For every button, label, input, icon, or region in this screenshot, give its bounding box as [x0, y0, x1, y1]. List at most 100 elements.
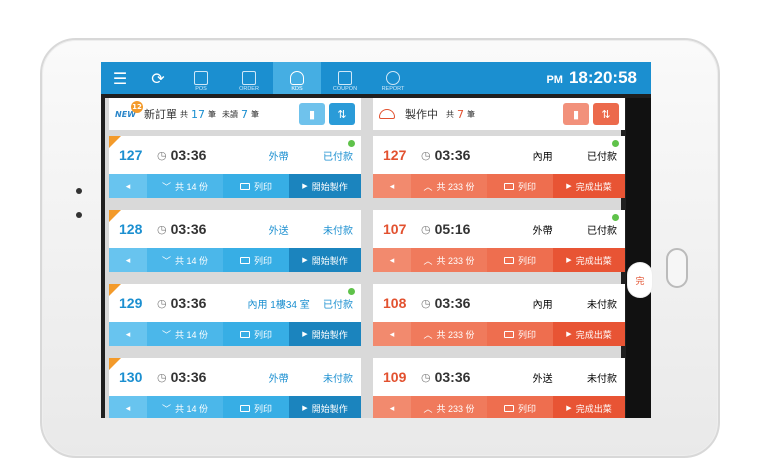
order-card[interactable]: 129 ◷ 03:36 內用 1樓34 室 已付款 ◂ ﹀ 共 14 份 列印 ▶ 開始製作 [109, 284, 361, 346]
nav-report[interactable]: REPORT [369, 62, 417, 94]
chevron-icon: ﹀ [161, 181, 171, 192]
new-label: NEW 12 [115, 100, 143, 119]
order-card[interactable]: 108 ◷ 03:36 內用 未付款 ◂ ︿ 共 233 份列印 ▶ 完成出菜 [373, 284, 625, 346]
chevron-icon: ︿ [423, 403, 433, 414]
sort-arrows-icon: ⇅ [337, 107, 347, 121]
order-type: 外帶 [268, 151, 289, 163]
menu-icon[interactable]: ☰ [101, 62, 139, 94]
order-number: 130 [119, 369, 143, 385]
caret-left-icon: ◂ [389, 180, 395, 191]
order-number: 107 [383, 221, 407, 237]
order-info-row: 108 ◷ 03:36 內用 未付款 [373, 284, 625, 322]
chevron-icon: ﹀ [161, 329, 171, 340]
complete-order-button[interactable]: ▶ 完成出菜 [553, 396, 625, 418]
chevron-icon: ﹀ [161, 255, 171, 266]
order-card[interactable]: 130 ◷ 03:36 外帶 未付款 ◂ ﹀ 共 14 份 列印 ▶ 開始製作 [109, 358, 361, 418]
item-count: 共 14 份 [175, 181, 209, 192]
order-number: 108 [383, 295, 407, 311]
print-button[interactable]: 列印 [487, 322, 553, 346]
home-button [666, 248, 688, 288]
order-info-row: 127 ◷ 03:36 外帶 已付款 [109, 136, 361, 174]
order-type: 外帶 [532, 225, 553, 237]
caret-left-icon: ◂ [125, 180, 131, 191]
expand-items-button[interactable]: ﹀ 共 14 份 [147, 248, 223, 272]
clock-icon: ◷ [421, 223, 431, 236]
order-card[interactable]: 128 ◷ 03:36 外送 未付款 ◂ ﹀ 共 14 份 列印 ▶ 開始製作 [109, 210, 361, 272]
collapse-left-button[interactable]: ◂ [373, 174, 411, 198]
nav-order[interactable]: ORDER [225, 62, 273, 94]
order-type: 外帶 [268, 373, 289, 385]
clock-icon: ◷ [421, 297, 431, 310]
sort-button[interactable]: ⇅ [329, 103, 355, 125]
collapse-left-button[interactable]: ◂ [373, 248, 411, 272]
order-card[interactable]: 127 ◷ 03:36 內用 已付款 ◂ ︿ 共 233 份列印 ▶ 完成出菜 [373, 136, 625, 198]
order-type: 外送 [532, 373, 553, 385]
order-elapsed-time: 05:16 [434, 221, 471, 237]
nav-pos[interactable]: POS [177, 62, 225, 94]
start-cooking-button[interactable]: ▶ 開始製作 [289, 248, 361, 272]
complete-order-button[interactable]: ▶ 完成出菜 [553, 248, 625, 272]
sort-button[interactable]: ⇅ [593, 103, 619, 125]
printer-icon [239, 182, 250, 190]
caret-left-icon: ◂ [125, 402, 131, 413]
order-card[interactable]: 107 ◷ 05:16 外帶 已付款 ◂ ︿ 共 233 份列印 ▶ 完成出菜 [373, 210, 625, 272]
order-action-bar: ◂ ︿ 共 233 份列印 ▶ 完成出菜 [373, 322, 625, 346]
new-orders-header: NEW 12 新訂單 共 17 筆 未讀 7 筆 ▮ ⇅ [109, 98, 361, 130]
complete-order-button[interactable]: ▶ 完成出菜 [553, 322, 625, 346]
order-info-row: 129 ◷ 03:36 內用 1樓34 室 已付款 [109, 284, 361, 322]
order-action-bar: ◂ ﹀ 共 14 份 列印 ▶ 開始製作 [109, 248, 361, 272]
print-button[interactable]: 列印 [223, 174, 289, 198]
paid-check-icon [348, 288, 355, 295]
expand-items-button[interactable]: ︿ 共 233 份 [411, 174, 487, 198]
header-buttons: ▮ ⇅ [299, 103, 355, 125]
side-complete-tab[interactable]: 完 [627, 262, 653, 298]
play-icon: ▶ [566, 405, 572, 412]
print-button[interactable]: 列印 [487, 396, 553, 418]
expand-items-button[interactable]: ︿ 共 233 份 [411, 322, 487, 346]
expand-items-button[interactable]: ﹀ 共 14 份 [147, 396, 223, 418]
collapse-left-button[interactable]: ◂ [109, 322, 147, 346]
nav-kds[interactable]: KDS [273, 62, 321, 94]
trash-button[interactable]: ▮ [299, 103, 325, 125]
printer-icon [503, 256, 514, 264]
coupon-icon [338, 71, 352, 85]
order-card[interactable]: 127 ◷ 03:36 外帶 已付款 ◂ ﹀ 共 14 份 列印 ▶ 開始製作 [109, 136, 361, 198]
collapse-left-button[interactable]: ◂ [373, 396, 411, 418]
screen-edge [626, 98, 651, 418]
expand-items-button[interactable]: ︿ 共 233 份 [411, 248, 487, 272]
expand-items-button[interactable]: ﹀ 共 14 份 [147, 322, 223, 346]
refresh-icon[interactable]: ⟳ [139, 62, 177, 94]
print-button[interactable]: 列印 [487, 248, 553, 272]
item-count: 共 14 份 [175, 403, 209, 414]
item-count: 共 233 份 [436, 329, 475, 340]
start-cooking-button[interactable]: ▶ 開始製作 [289, 396, 361, 418]
print-button[interactable]: 列印 [223, 322, 289, 346]
play-icon: ▶ [566, 183, 572, 190]
collapse-left-button[interactable]: ◂ [373, 322, 411, 346]
print-button[interactable]: 列印 [223, 396, 289, 418]
collapse-left-button[interactable]: ◂ [109, 248, 147, 272]
order-card[interactable]: 109 ◷ 03:36 外送 未付款 ◂ ︿ 共 233 份列印 ▶ 完成出菜 [373, 358, 625, 418]
print-button[interactable]: 列印 [223, 248, 289, 272]
collapse-left-button[interactable]: ◂ [109, 174, 147, 198]
paid-check-icon [348, 140, 355, 147]
trash-button[interactable]: ▮ [563, 103, 589, 125]
nav-coupon[interactable]: COUPON [321, 62, 369, 94]
total-count: 17 [190, 107, 205, 121]
collapse-left-button[interactable]: ◂ [109, 396, 147, 418]
paid-check-icon [612, 214, 619, 221]
expand-items-button[interactable]: ﹀ 共 14 份 [147, 174, 223, 198]
start-cooking-button[interactable]: ▶ 開始製作 [289, 174, 361, 198]
order-action-bar: ◂ ︿ 共 233 份列印 ▶ 完成出菜 [373, 248, 625, 272]
expand-items-button[interactable]: ︿ 共 233 份 [411, 396, 487, 418]
column-title: 製作中 [405, 108, 438, 121]
start-cooking-button[interactable]: ▶ 開始製作 [289, 322, 361, 346]
payment-status: 未付款 [323, 225, 353, 237]
caret-left-icon: ◂ [125, 254, 131, 265]
new-count-badge: 12 [130, 100, 143, 113]
chevron-icon: ︿ [423, 329, 433, 340]
order-number: 127 [383, 147, 407, 163]
complete-order-button[interactable]: ▶ 完成出菜 [553, 174, 625, 198]
printer-icon [503, 182, 514, 190]
print-button[interactable]: 列印 [487, 174, 553, 198]
